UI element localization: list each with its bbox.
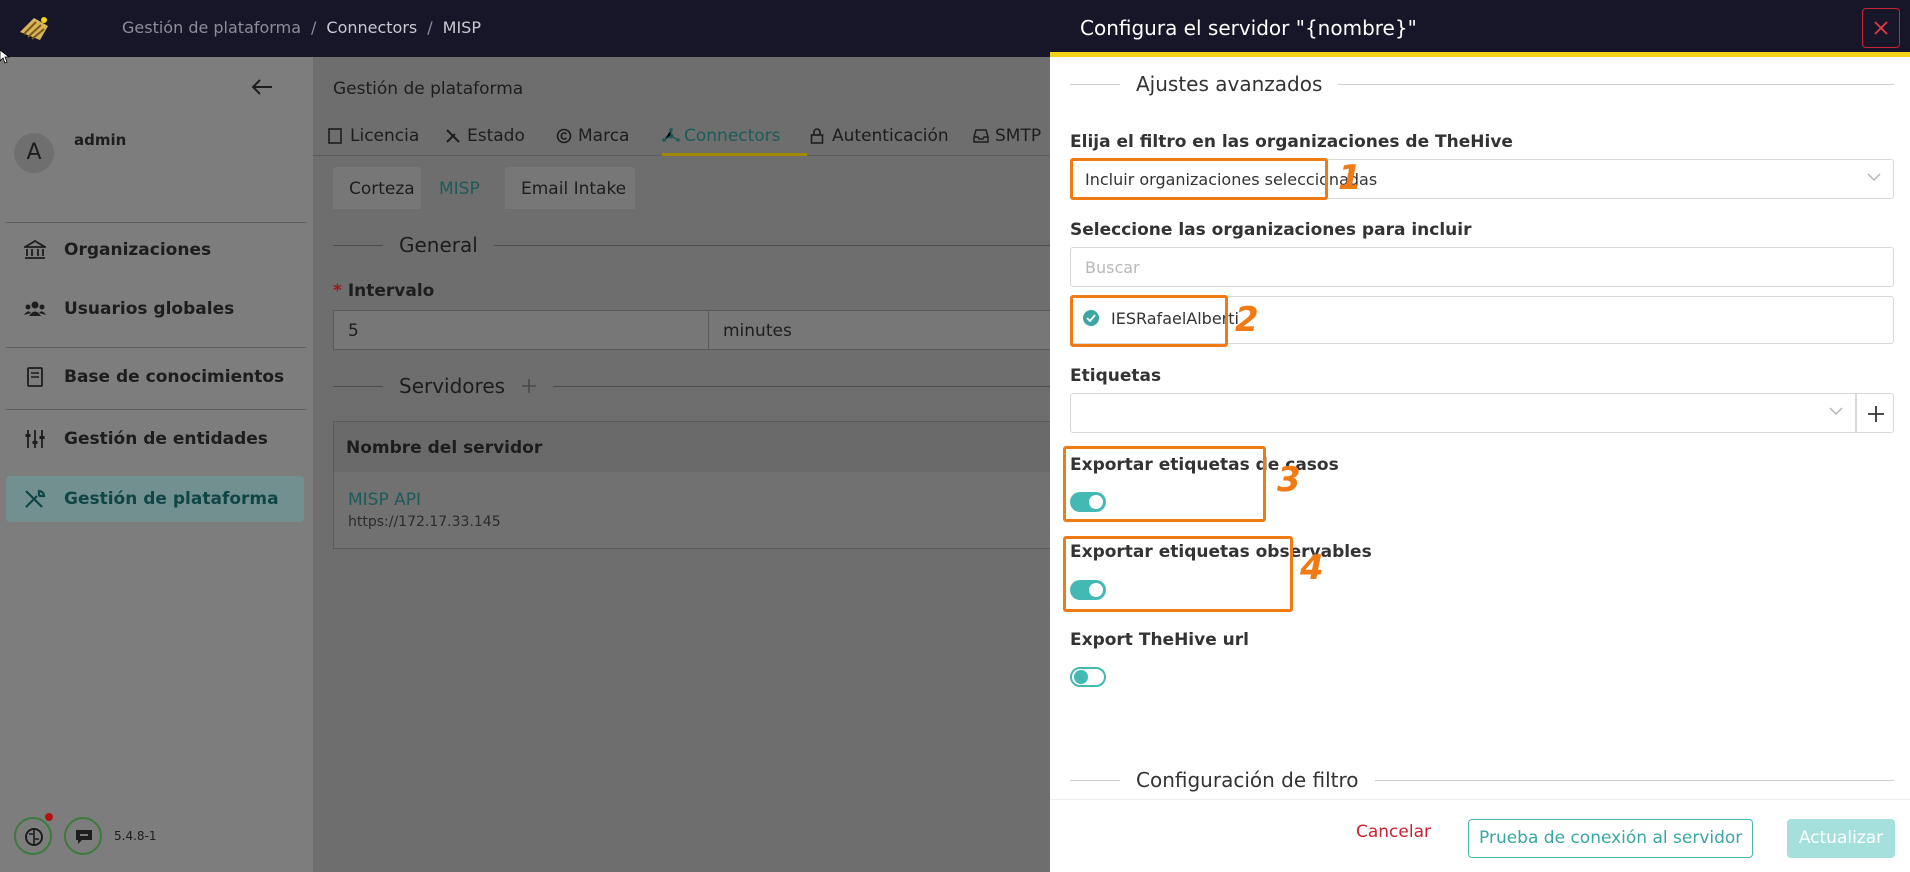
tags-select[interactable] — [1070, 393, 1856, 433]
annotation-number-2: 2 — [1235, 300, 1259, 340]
test-connection-button[interactable]: Prueba de conexión al servidor — [1468, 819, 1754, 858]
sidebar-item-label: Base de conocimientos — [64, 367, 285, 387]
breadcrumb-misp: MISP — [442, 18, 481, 37]
notification-dot — [45, 813, 53, 821]
add-server-icon[interactable] — [521, 378, 537, 394]
annotation-number-1: 1 — [1338, 158, 1362, 198]
orgs-label: Seleccione las organizaciones para inclu… — [1070, 220, 1472, 240]
annotation-box-3 — [1063, 446, 1266, 522]
brain-icon — [25, 828, 43, 846]
add-tag-button[interactable] — [1856, 393, 1894, 433]
annotation-box-1 — [1070, 158, 1328, 200]
sidebar-item-entity-management[interactable]: Gestión de entidades — [6, 416, 304, 462]
close-icon — [1874, 21, 1888, 35]
interval-input[interactable]: 5 — [333, 310, 709, 350]
tab-status[interactable]: Estado — [445, 117, 525, 156]
table-header: Nombre del servidor — [334, 422, 1054, 472]
subtab-cortex[interactable]: Corteza — [333, 167, 421, 209]
sidebar-item-label: Organizaciones — [64, 240, 212, 260]
sidebar-item-label: Gestión de plataforma — [64, 489, 279, 509]
sidebar-item-knowledge-base[interactable]: Base de conocimientos — [6, 354, 304, 400]
breadcrumb-platform[interactable]: Gestión de plataforma — [122, 18, 301, 37]
chevron-down-icon — [1829, 407, 1843, 416]
annotation-box-4 — [1063, 536, 1293, 612]
advanced-section-title: Ajustes avanzados — [1070, 72, 1894, 96]
subtab-misp[interactable]: MISP — [423, 167, 503, 209]
breadcrumb: Gestión de plataforma / Connectors / MISP — [122, 18, 481, 37]
org-search-input[interactable]: Buscar — [1070, 247, 1894, 287]
tab-brand[interactable]: Marca — [556, 117, 629, 156]
drawer-title: Configura el servidor "{nombre}" — [1080, 16, 1417, 40]
tab-license[interactable]: Licencia — [328, 117, 419, 156]
servers-table: Nombre del servidor MISP API https://172… — [333, 421, 1054, 549]
version-label: 5.4.8-1 — [114, 829, 157, 843]
wrench-icon — [446, 129, 460, 143]
interval-unit-select[interactable]: minutes — [708, 310, 1053, 350]
license-icon — [328, 128, 342, 144]
tab-authentication[interactable]: Autenticación — [810, 117, 949, 156]
sliders-icon — [25, 430, 45, 448]
close-button[interactable] — [1862, 8, 1900, 48]
server-config-drawer: Configura el servidor "{nombre}" Ajustes… — [1050, 0, 1910, 872]
sidebar-divider — [6, 409, 306, 410]
user-name: admin — [74, 131, 127, 149]
chat-button[interactable] — [64, 817, 102, 855]
sidebar-divider — [6, 347, 306, 348]
copyright-icon — [556, 128, 572, 144]
drawer-body: Ajustes avanzados Elija el filtro en las… — [1050, 62, 1910, 799]
sidebar-item-platform-management[interactable]: Gestión de plataforma — [6, 476, 304, 522]
export-url-label: Export TheHive url — [1070, 630, 1249, 650]
avatar[interactable]: A — [14, 133, 54, 173]
annotation-box-2 — [1070, 295, 1228, 347]
page-title: Gestión de plataforma — [333, 79, 524, 99]
filter-label: Elija el filtro en las organizaciones de… — [1070, 132, 1513, 152]
inbox-icon — [973, 129, 989, 143]
sidebar-item-organizations[interactable]: Organizaciones — [6, 227, 304, 273]
users-icon — [24, 301, 46, 316]
plus-icon — [1868, 406, 1884, 422]
general-section-title: General — [333, 233, 1053, 257]
drawer-footer: Cancelar Prueba de conexión al servidor … — [1050, 799, 1910, 872]
tab-connectors[interactable]: Connectors — [662, 117, 807, 156]
subtab-email-intake[interactable]: Email Intake — [505, 167, 635, 209]
sidebar-item-label: Gestión de entidades — [64, 429, 268, 449]
annotation-number-3: 3 — [1277, 460, 1301, 500]
sidebar: A admin Organizaciones Usuarios globales… — [0, 57, 313, 872]
filter-config-section-title: Configuración de filtro — [1070, 768, 1894, 792]
bank-icon — [24, 240, 46, 259]
back-arrow-icon[interactable] — [250, 77, 278, 99]
thehive-logo[interactable] — [14, 12, 54, 46]
connectors-icon — [662, 128, 680, 142]
export-url-toggle[interactable] — [1070, 667, 1106, 687]
cancel-button[interactable]: Cancelar — [1356, 822, 1431, 842]
tab-smtp[interactable]: SMTP — [973, 117, 1041, 156]
tab-bar: Licencia Estado Marca Connectors Autenti… — [313, 117, 1050, 156]
sidebar-item-label: Usuarios globales — [64, 299, 235, 319]
chevron-down-icon — [1867, 173, 1881, 182]
server-name-link[interactable]: MISP API — [348, 490, 421, 510]
main-content: Gestión de plataforma Licencia Estado Ma… — [313, 57, 1054, 872]
sidebar-item-global-users[interactable]: Usuarios globales — [6, 286, 304, 332]
interval-label: * Intervalo — [333, 281, 435, 301]
server-url: https://172.17.33.145 — [348, 514, 501, 530]
tags-label: Etiquetas — [1070, 366, 1162, 386]
lock-icon — [810, 128, 824, 144]
drawer-header: Configura el servidor "{nombre}" — [1050, 0, 1910, 57]
chat-icon — [76, 830, 92, 844]
tools-icon — [25, 489, 46, 508]
sidebar-divider — [6, 222, 306, 223]
book-icon — [27, 367, 43, 387]
mouse-cursor-icon — [0, 50, 10, 64]
brain-button[interactable] — [14, 817, 52, 855]
breadcrumb-connectors[interactable]: Connectors — [326, 18, 417, 37]
update-button[interactable]: Actualizar — [1787, 819, 1895, 858]
servers-section-title: Servidores — [333, 374, 1053, 398]
annotation-number-4: 4 — [1300, 548, 1324, 588]
